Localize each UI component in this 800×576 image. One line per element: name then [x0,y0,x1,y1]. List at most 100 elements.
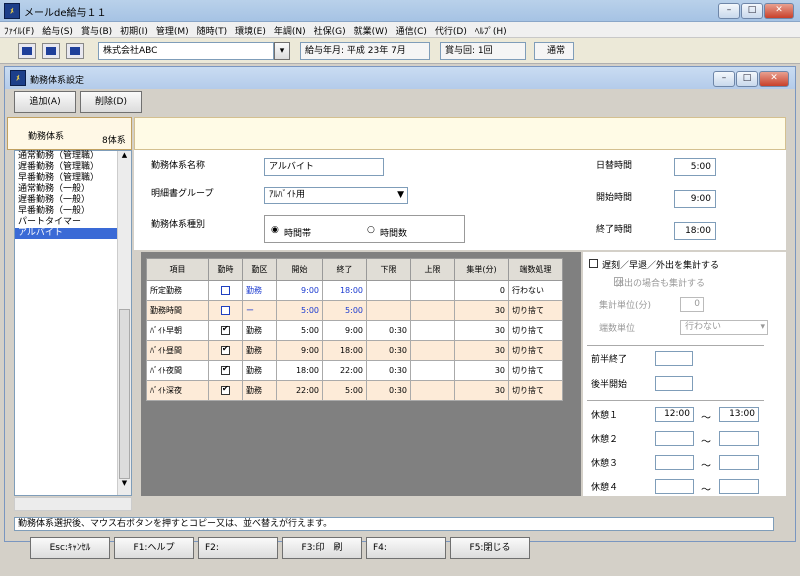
close-button[interactable]: ✕ [764,3,794,19]
table-cell-checked[interactable] [208,320,243,341]
list-item[interactable]: 早番勤務（一般） [15,206,131,217]
day-change-input[interactable]: 5:00 [674,158,716,176]
table-cell-checked[interactable] [208,340,243,361]
radio-hours-icon[interactable]: ○ [367,225,375,235]
table-cell-round[interactable]: 行わない [508,280,563,301]
list-item[interactable]: 遅番勤務（管理職） [15,162,131,173]
table-cell-start[interactable]: 5:00 [276,320,323,341]
tally-checkbox[interactable] [589,259,598,268]
company-select[interactable]: 株式会社ABC [98,42,274,60]
menu-anytime[interactable]: 随時(T) [193,22,232,37]
name-input[interactable]: アルバイト [264,158,384,176]
scroll-up-icon[interactable]: ▲ [118,151,131,159]
table-cell-end[interactable]: 18:00 [322,280,367,301]
save-icon[interactable] [18,43,36,59]
table-cell-end[interactable]: 22:00 [322,360,367,381]
table-cell-checked[interactable] [208,300,243,321]
menu-proxy[interactable]: 代行(D) [431,22,471,37]
table-cell-item[interactable]: ﾊﾞｲﾄ早朝 [146,320,209,341]
table-row[interactable]: ﾊﾞｲﾄ夜間 勤務18:0022:000:30 30切り捨て [146,360,563,381]
table-cell-unit[interactable]: 30 [454,380,509,401]
maximize-button[interactable]: □ [741,3,763,19]
table-cell-end[interactable]: 18:00 [322,340,367,361]
prev-icon[interactable] [42,43,60,59]
delete-button[interactable]: 削除(D) [80,91,142,113]
list-item-selected[interactable]: アルバイト [15,228,131,239]
menu-manage[interactable]: 管理(M) [152,22,193,37]
table-cell-start[interactable]: 9:00 [276,280,323,301]
table-cell-min[interactable] [366,280,411,301]
table-cell-min[interactable]: 0:30 [366,320,411,341]
table-cell-round[interactable]: 切り捨て [508,360,563,381]
break-to-input[interactable] [719,431,759,446]
list-item[interactable]: 早番勤務（管理職） [15,173,131,184]
f3-print-button[interactable]: F3:印 刷 [282,537,362,559]
table-cell-item[interactable]: ﾊﾞｲﾄ昼間 [146,340,209,361]
work-hours-checkbox[interactable] [221,324,230,335]
end-time-input[interactable]: 18:00 [674,222,716,240]
list-scrollbar[interactable]: ▲ ▼ [117,151,131,495]
table-cell-checked[interactable] [208,380,243,401]
table-cell-item[interactable]: 勤務時間 [146,300,209,321]
sub-close-button[interactable]: ✕ [759,71,789,87]
table-row[interactable]: 所定勤務 勤務 9:00 18:00 0 行わない [146,280,563,301]
list-item[interactable]: 通常勤務（管理職） [15,151,131,162]
f4-button[interactable]: F4: [366,537,446,559]
f1-help-button[interactable]: F1:ヘルプ [114,537,194,559]
table-cell-item[interactable]: 所定勤務 [146,280,209,301]
break-from-input[interactable] [655,479,694,494]
table-cell-kind[interactable]: 勤務 [242,320,277,341]
table-cell-item[interactable]: ﾊﾞｲﾄ夜間 [146,360,209,381]
next-icon[interactable] [66,43,84,59]
table-cell-min[interactable] [366,300,411,321]
table-cell-unit[interactable]: 30 [454,300,509,321]
table-cell-end[interactable]: 5:00 [322,300,367,321]
table-cell-start[interactable]: 22:00 [276,380,323,401]
table-cell-max[interactable] [410,380,455,401]
table-cell-max[interactable] [410,360,455,381]
menu-salary[interactable]: 給与(S) [38,22,77,37]
early-end-input[interactable] [655,351,693,366]
chevron-down-icon[interactable]: ▾ [274,42,290,60]
table-cell-round[interactable]: 切り捨て [508,300,563,321]
table-cell-kind[interactable]: 勤務 [242,280,277,301]
table-cell-max[interactable] [410,340,455,361]
break-from-input[interactable] [655,431,694,446]
table-row[interactable]: ﾊﾞｲﾄ昼間 勤務9:0018:000:30 30切り捨て [146,340,563,361]
table-cell-min[interactable]: 0:30 [366,340,411,361]
break-to-input[interactable]: 13:00 [719,407,759,422]
table-row[interactable]: ﾊﾞｲﾄ早朝 勤務5:009:000:30 30切り捨て [146,320,563,341]
radio-time-band-icon[interactable]: ◉ [271,225,279,235]
list-item[interactable]: 遅番勤務（一般） [15,195,131,206]
menu-insurance[interactable]: 社保(G) [310,22,350,37]
table-cell-round[interactable]: 切り捨て [508,380,563,401]
table-cell-unit[interactable]: 30 [454,320,509,341]
work-hours-checkbox[interactable] [221,344,230,355]
f5-close-button[interactable]: F5:閉じる [450,537,530,559]
round-select[interactable]: 行わない ▾ [680,320,768,335]
start-time-input[interactable]: 9:00 [674,190,716,208]
sub-minimize-button[interactable]: – [713,71,735,87]
table-cell-item[interactable]: ﾊﾞｲﾄ深夜 [146,380,209,401]
table-cell-kind[interactable]: 勤務 [242,340,277,361]
menu-file[interactable]: ﾌｧｲﾙ(F) [0,22,38,37]
unit-input[interactable]: 0 [680,297,704,312]
esc-cancel-button[interactable]: Esc:ｷｬﾝｾﾙ [30,537,110,559]
work-hours-checkbox[interactable] [221,306,230,315]
table-cell-kind[interactable]: 勤務 [242,360,277,381]
scroll-thumb[interactable] [119,309,130,479]
break-to-input[interactable] [719,455,759,470]
table-cell-end[interactable]: 9:00 [322,320,367,341]
table-cell-max[interactable] [410,280,455,301]
late-start-input[interactable] [655,376,693,391]
list-item[interactable]: パートタイマー [15,217,131,228]
table-cell-start[interactable]: 18:00 [276,360,323,381]
table-cell-unit[interactable]: 30 [454,340,509,361]
table-cell-kind[interactable]: ー [242,300,277,321]
menu-initial[interactable]: 初期(I) [116,22,152,37]
menu-bonus[interactable]: 賞与(B) [77,22,116,37]
break-from-input[interactable] [655,455,694,470]
table-cell-checked[interactable] [208,360,243,381]
table-cell-start[interactable]: 9:00 [276,340,323,361]
table-cell-checked[interactable] [208,280,243,301]
